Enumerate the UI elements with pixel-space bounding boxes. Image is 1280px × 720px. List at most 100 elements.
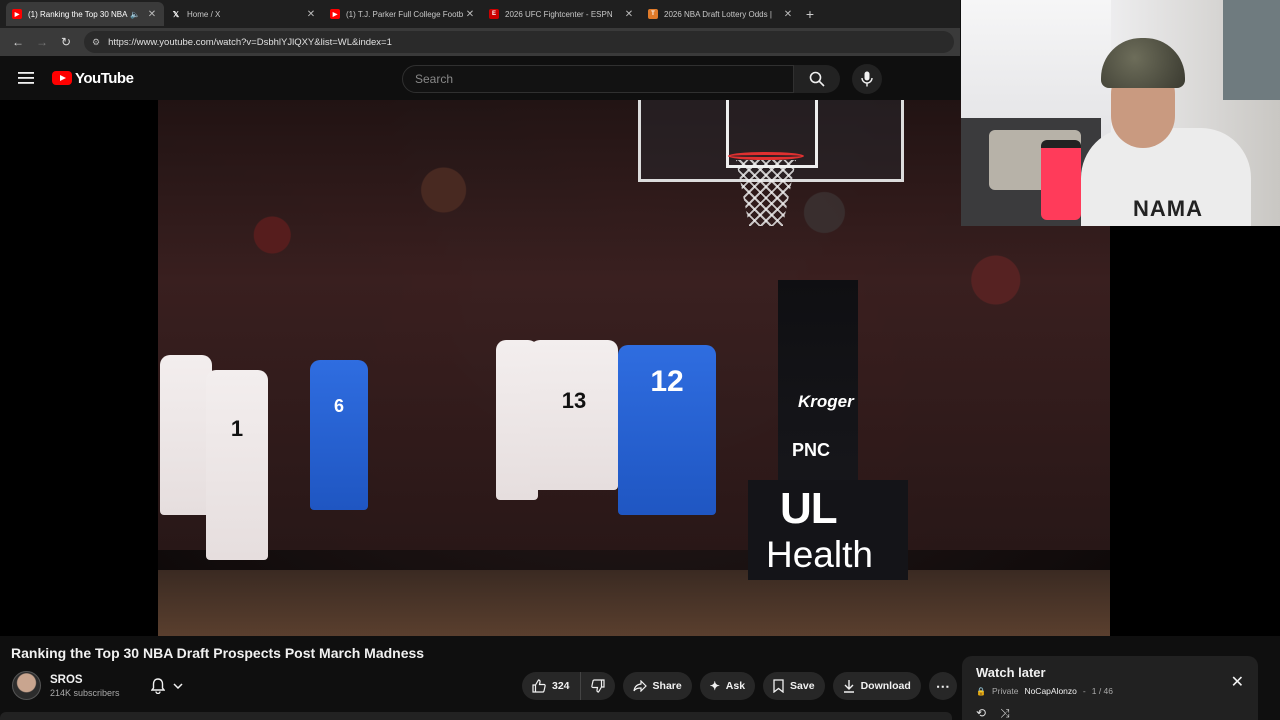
like-count: 324: [552, 680, 570, 692]
more-icon: ⋯: [935, 677, 950, 694]
browser-tab-bar: ▶ (1) Ranking the Top 30 NBA 🔈 ✕ 𝕏 Home …: [0, 0, 960, 28]
streamer-shirt-text: NAMA: [1133, 196, 1203, 221]
player-louisville-1: 1: [206, 370, 268, 560]
shuffle-icon[interactable]: ⤨: [1000, 706, 1010, 720]
avatar[interactable]: [12, 671, 41, 700]
tab-x-home[interactable]: 𝕏 Home / X ✕: [165, 2, 323, 26]
close-icon[interactable]: ✕: [623, 9, 635, 20]
tab-espn-ufc[interactable]: E 2026 UFC Fightcenter - ESPN ✕: [483, 2, 641, 26]
sparkle-icon: ✦: [709, 679, 720, 693]
playlist-title[interactable]: Watch later: [976, 665, 1244, 680]
playlist-position: 1 / 46: [1091, 686, 1114, 696]
tab-youtube-parker[interactable]: ▶ (1) T.J. Parker Full College Footb ✕: [324, 2, 482, 26]
close-icon[interactable]: ✕: [305, 9, 317, 20]
notification-bell-button[interactable]: [138, 672, 196, 700]
sponsor-ul: UL: [780, 484, 838, 533]
youtube-header: YouTube Search: [0, 56, 960, 100]
reload-icon[interactable]: ↻: [54, 35, 78, 49]
channel-name[interactable]: SROS: [50, 674, 120, 686]
share-label: Share: [652, 680, 682, 692]
video-title: Ranking the Top 30 NBA Draft Prospects P…: [11, 645, 425, 661]
ask-button[interactable]: ✦ Ask: [699, 672, 756, 700]
streamer-cap: [1101, 38, 1185, 88]
search-button[interactable]: [794, 65, 840, 93]
subscriber-count: 214K subscribers: [50, 687, 120, 698]
webcam-overlay: NAMA: [961, 0, 1280, 226]
meta-separator: -: [1082, 686, 1086, 696]
playlist-controls: ⟲ ⤨: [976, 706, 1010, 720]
jersey-number: 6: [333, 396, 344, 416]
search-input[interactable]: Search: [402, 65, 794, 93]
more-actions-button[interactable]: ⋯: [928, 672, 957, 700]
x-icon: 𝕏: [172, 9, 180, 19]
tab-draft-lottery[interactable]: T 2026 NBA Draft Lottery Odds | ✕: [642, 2, 800, 26]
search-placeholder: Search: [415, 72, 454, 86]
save-button[interactable]: Save: [763, 672, 825, 700]
hoop-rim: [728, 152, 804, 160]
youtube-logo[interactable]: YouTube: [52, 69, 134, 87]
share-icon: [632, 680, 647, 692]
dislike-button[interactable]: [581, 672, 615, 700]
search-icon: [809, 71, 825, 87]
close-icon[interactable]: ✕: [782, 9, 794, 20]
bottom-panel-edge: [0, 712, 952, 720]
close-icon[interactable]: ✕: [1231, 672, 1244, 692]
jersey-number: 12: [650, 365, 684, 398]
save-label: Save: [790, 680, 815, 692]
playlist-panel: Watch later 🔒 Private NoCapAlonzo - 1 / …: [962, 656, 1258, 720]
bell-icon: [151, 678, 165, 694]
court-floor: [158, 570, 1110, 636]
youtube-icon: ▶: [330, 9, 340, 19]
youtube-icon: ▶: [12, 9, 22, 19]
sponsor-pnc: PNC: [792, 440, 831, 460]
loop-icon[interactable]: ⟲: [976, 706, 986, 720]
chevron-down-icon: [173, 683, 183, 689]
channel-info[interactable]: SROS 214K subscribers: [12, 671, 120, 700]
microphone-icon: [861, 71, 873, 87]
new-tab-icon[interactable]: +: [801, 6, 819, 22]
thumbs-up-icon: [532, 679, 546, 693]
logo-text: YouTube: [75, 69, 134, 87]
speaker-icon[interactable]: 🔈: [130, 10, 140, 19]
share-button[interactable]: Share: [622, 672, 692, 700]
jersey-number: 1: [230, 416, 244, 441]
screen: ▶ (1) Ranking the Top 30 NBA 🔈 ✕ 𝕏 Home …: [0, 0, 1280, 720]
voice-search-button[interactable]: [852, 64, 882, 94]
tab-title: 2026 UFC Fightcenter - ESPN: [505, 9, 613, 19]
video-actions: 324 Share ✦ Ask Save Download ⋯: [522, 672, 957, 700]
tab-title: Home / X: [187, 9, 221, 19]
tab-title: (1) T.J. Parker Full College Footb: [346, 9, 464, 19]
like-dislike-group: 324: [522, 672, 615, 700]
player-duke-6: 6: [310, 360, 368, 510]
sponsor-health: Health: [766, 534, 873, 575]
tab-youtube-ranking[interactable]: ▶ (1) Ranking the Top 30 NBA 🔈 ✕: [6, 2, 164, 26]
jersey-number: 13: [561, 388, 587, 413]
url-field[interactable]: ⚙ https://www.youtube.com/watch?v=DsbhlY…: [84, 31, 954, 53]
download-icon: [843, 680, 854, 693]
site-info-icon[interactable]: ⚙: [92, 37, 100, 48]
tankathon-icon: T: [648, 9, 658, 19]
close-icon[interactable]: ✕: [464, 9, 476, 20]
sponsor-kroger: Kroger: [798, 392, 854, 411]
close-icon[interactable]: ✕: [146, 9, 158, 20]
lock-icon: 🔒: [976, 686, 986, 696]
playlist-privacy: Private: [991, 686, 1019, 696]
forward-icon[interactable]: →: [30, 35, 54, 49]
download-button[interactable]: Download: [832, 672, 921, 700]
video-player[interactable]: Kroger PNC UL Health 1 6 13 12 NAMA: [0, 0, 1280, 636]
like-button[interactable]: 324: [522, 672, 581, 700]
player-louisville-13: 13: [530, 340, 618, 490]
bookmark-icon: [773, 679, 784, 693]
espn-icon: E: [489, 9, 499, 19]
webcam-window: [1223, 0, 1280, 100]
streamer-cup: [1041, 140, 1081, 220]
youtube-play-icon: [52, 71, 72, 85]
url-text: https://www.youtube.com/watch?v=DsbhlYJl…: [108, 36, 392, 48]
playlist-owner[interactable]: NoCapAlonzo: [1024, 686, 1076, 696]
playlist-meta: 🔒 Private NoCapAlonzo - 1 / 46: [976, 686, 1244, 696]
menu-icon[interactable]: [0, 72, 52, 84]
player-louisville-left: [160, 355, 212, 515]
tab-title: (1) Ranking the Top 30 NBA: [28, 9, 128, 19]
back-icon[interactable]: ←: [6, 35, 30, 49]
thumbs-down-icon: [590, 679, 605, 693]
